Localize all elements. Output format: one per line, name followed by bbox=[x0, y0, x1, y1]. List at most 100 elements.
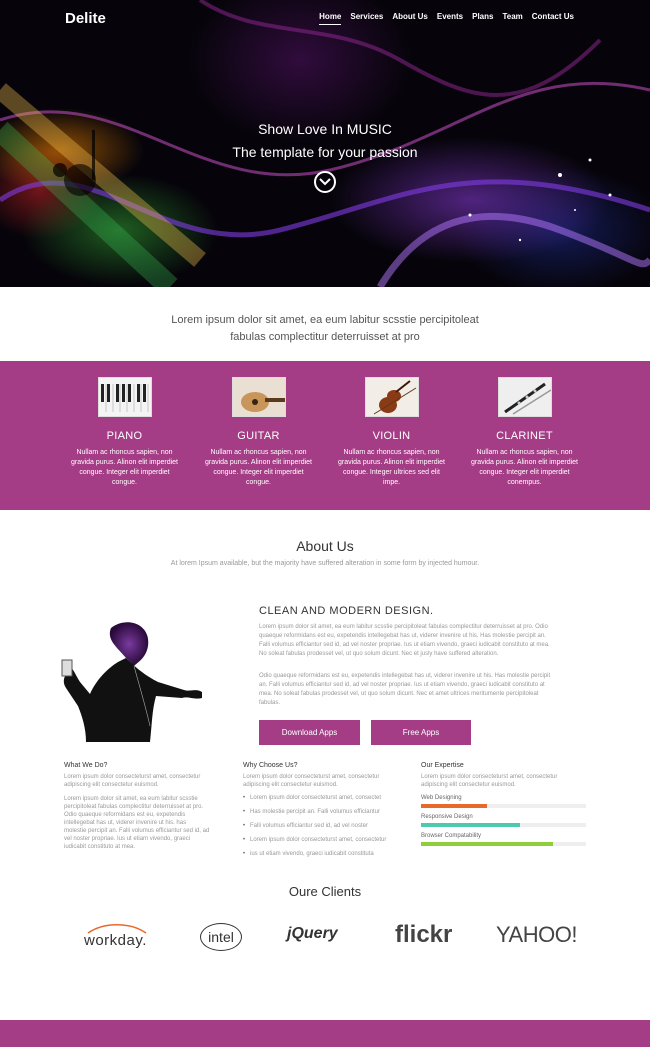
skill-bar-fill bbox=[421, 842, 553, 846]
clients-section: Oure Clients workday. intel jQuery flick… bbox=[0, 882, 650, 1036]
instrument-card-violin: VIOLIN Nullam ac rhoncus sapien, non gra… bbox=[329, 377, 454, 488]
skill-responsive-design: Responsive Design bbox=[421, 814, 586, 827]
nav-events[interactable]: Events bbox=[437, 12, 463, 25]
intro-line-1: Lorem ipsum dolor sit amet, ea eum labit… bbox=[171, 314, 479, 326]
hero-line-1: Show Love In MUSIC bbox=[258, 121, 392, 137]
text-line: percipitoleat fabulas complectitur deter… bbox=[64, 804, 204, 810]
what-we-do-column: What We Do? Lorem ipsum dolor consectetu… bbox=[64, 762, 229, 851]
site-logo[interactable]: Delite bbox=[65, 10, 106, 27]
clarinet-image bbox=[497, 377, 552, 417]
column-title: Why Choose Us? bbox=[243, 762, 298, 769]
logo-text: intel bbox=[208, 929, 234, 945]
logo-text: YAHOO! bbox=[496, 922, 577, 947]
scroll-down-button[interactable] bbox=[314, 171, 336, 193]
intro-line-2: fabulas complectitur deterruisset at pro bbox=[230, 331, 420, 343]
para-line: fabulas. bbox=[259, 700, 281, 706]
text-line: adipiscing elit consectetur euismod. bbox=[64, 782, 159, 788]
hero-heading: Show Love In MUSIC The template for your… bbox=[0, 121, 650, 160]
footer-bar bbox=[0, 1020, 650, 1047]
column-intro: Lorem ipsum dolor consecteturst amet, co… bbox=[64, 773, 229, 789]
skill-bar bbox=[421, 804, 586, 808]
text-line: Lorem ipsum dolor consecteturst amet, co… bbox=[64, 774, 201, 780]
list-item: Falli volumus efficiantur sed id, ad vel… bbox=[243, 823, 408, 830]
desc-line: gravida purus. Alinon elit imperdiet bbox=[204, 459, 312, 466]
instrument-desc: Nullam ac rhoncus sapien, non gravida pu… bbox=[62, 448, 187, 488]
instrument-card-guitar: GUITAR Nullam ac rhoncus sapien, non gra… bbox=[196, 377, 321, 488]
desc-line: congue. Integer elit imperdiet bbox=[479, 469, 570, 476]
instrument-desc: Nullam ac rhoncus sapien, non gravida pu… bbox=[196, 448, 321, 488]
para-line: Odio quaeque reformidans est eu, expeten… bbox=[259, 673, 551, 679]
instrument-name: GUITAR bbox=[237, 430, 280, 442]
text-line: iudicabit constituto at mea. bbox=[64, 844, 136, 850]
hero-line-2: The template for your passion bbox=[232, 144, 418, 160]
text-line: Lorem ipsum dolor consecteturst amet, co… bbox=[243, 774, 380, 780]
desc-line: gravida purus. Alinon elit imperdiet bbox=[70, 459, 178, 466]
instrument-name: PIANO bbox=[106, 430, 143, 442]
hero-banner: Delite Home Services About Us Events Pla… bbox=[0, 0, 650, 287]
skill-bar-fill bbox=[421, 823, 520, 827]
desc-line: congue. Integer elit imperdiet bbox=[213, 469, 304, 476]
skill-bar bbox=[421, 842, 586, 846]
desc-line: congue. bbox=[112, 479, 137, 486]
skill-bar bbox=[421, 823, 586, 827]
free-apps-button[interactable]: Free Apps bbox=[371, 720, 471, 745]
download-apps-button[interactable]: Download Apps bbox=[259, 720, 360, 745]
nav-services[interactable]: Services bbox=[350, 12, 383, 25]
nav-contact-us[interactable]: Contact Us bbox=[532, 12, 574, 25]
desc-line: congue. Integer ultrices sed elit bbox=[343, 469, 440, 476]
intel-logo: intel bbox=[200, 923, 242, 951]
para-line: Lorem ipsum dolor sit amet, ea eum labit… bbox=[259, 624, 548, 630]
reasons-list: Lorem ipsum dolor consecteturst amet, co… bbox=[243, 795, 408, 858]
skill-bar-fill bbox=[421, 804, 487, 808]
para-line: No soleat fabulas prodesset vel, ut quo … bbox=[259, 651, 499, 657]
logo-text: workday. bbox=[84, 932, 147, 949]
desc-line: Nullam ac rhoncus sapien, non bbox=[343, 449, 440, 456]
para-line: an. Falli volumus efficiantur sed id, ad… bbox=[259, 682, 545, 688]
instrument-name: CLARINET bbox=[496, 430, 553, 442]
text-line: Odio quaeque reformidans est eu, expeten… bbox=[64, 812, 186, 818]
list-item: Lorem ipsum dolor consecteturst amet, co… bbox=[243, 837, 408, 844]
guitar-image bbox=[231, 377, 286, 417]
top-navigation: Delite Home Services About Us Events Pla… bbox=[0, 0, 650, 36]
text-line: molestie percipit an. Falli volumus effi… bbox=[64, 828, 210, 834]
column-title: Our Expertise bbox=[421, 762, 464, 769]
para-line: quaeque reformidans est eu, expetendis i… bbox=[259, 633, 546, 639]
nav-team[interactable]: Team bbox=[502, 12, 522, 25]
desc-line: gravida purus. Alinon elit imperdiet bbox=[470, 459, 578, 466]
about-title: About Us bbox=[296, 538, 354, 554]
why-choose-us-column: Why Choose Us? Lorem ipsum dolor consect… bbox=[243, 762, 408, 865]
singer-silhouette-image bbox=[61, 622, 203, 742]
desc-line: impe. bbox=[382, 479, 401, 486]
desc-line: Nullam ac rhoncus sapien, non bbox=[76, 449, 173, 456]
desc-line: gravida purus. Alinon elit imperdiet bbox=[337, 459, 445, 466]
logo-text: flickr bbox=[395, 921, 453, 948]
desc-line: Nullam ac rhoncus sapien, non bbox=[476, 449, 573, 456]
chevron-down-icon bbox=[319, 178, 331, 186]
column-title: What We Do? bbox=[64, 762, 108, 769]
skill-web-designing: Web Designing bbox=[421, 795, 586, 808]
desc-line: conempus. bbox=[507, 479, 542, 486]
nav-home[interactable]: Home bbox=[319, 12, 342, 25]
instrument-name: VIOLIN bbox=[372, 430, 411, 442]
about-paragraph-2: Odio quaeque reformidans est eu, expeten… bbox=[259, 672, 589, 708]
desc-line: congue. bbox=[246, 479, 271, 486]
nav-menu: Home Services About Us Events Plans Team… bbox=[319, 12, 574, 25]
text-line: intellegebat has ut, viderer invenire ut… bbox=[64, 820, 187, 826]
nav-about-us[interactable]: About Us bbox=[392, 12, 428, 25]
text-line: Lorem ipsum dolor sit amet, ea eum labit… bbox=[64, 796, 198, 802]
piano-image bbox=[97, 377, 152, 417]
intro-section: Lorem ipsum dolor sit amet, ea eum labit… bbox=[0, 287, 650, 361]
logo-text: jQuery bbox=[287, 925, 338, 942]
text-line: vel noster propriae. Ius ut etiam vivend… bbox=[64, 836, 191, 842]
jquery-logo: jQuery bbox=[287, 925, 338, 943]
workday-logo: workday. bbox=[84, 924, 147, 949]
list-item: ius ut etiam vivendo, graeci iudicabit c… bbox=[243, 851, 408, 858]
nav-plans[interactable]: Plans bbox=[472, 12, 493, 25]
text-line: adipiscing elit consectetur euismod. bbox=[421, 782, 516, 788]
flickr-logo: flickr bbox=[395, 921, 452, 949]
instrument-card-piano: PIANO Nullam ac rhoncus sapien, non grav… bbox=[62, 377, 187, 488]
instrument-desc: Nullam ac rhoncus sapien, non gravida pu… bbox=[329, 448, 454, 488]
para-line: mea. No soleat fabulas prodesset vel, ut… bbox=[259, 691, 539, 697]
skill-label: Responsive Design bbox=[421, 814, 473, 820]
para-line: Falli volumus efficiantur sed id, ad vel… bbox=[259, 642, 550, 648]
